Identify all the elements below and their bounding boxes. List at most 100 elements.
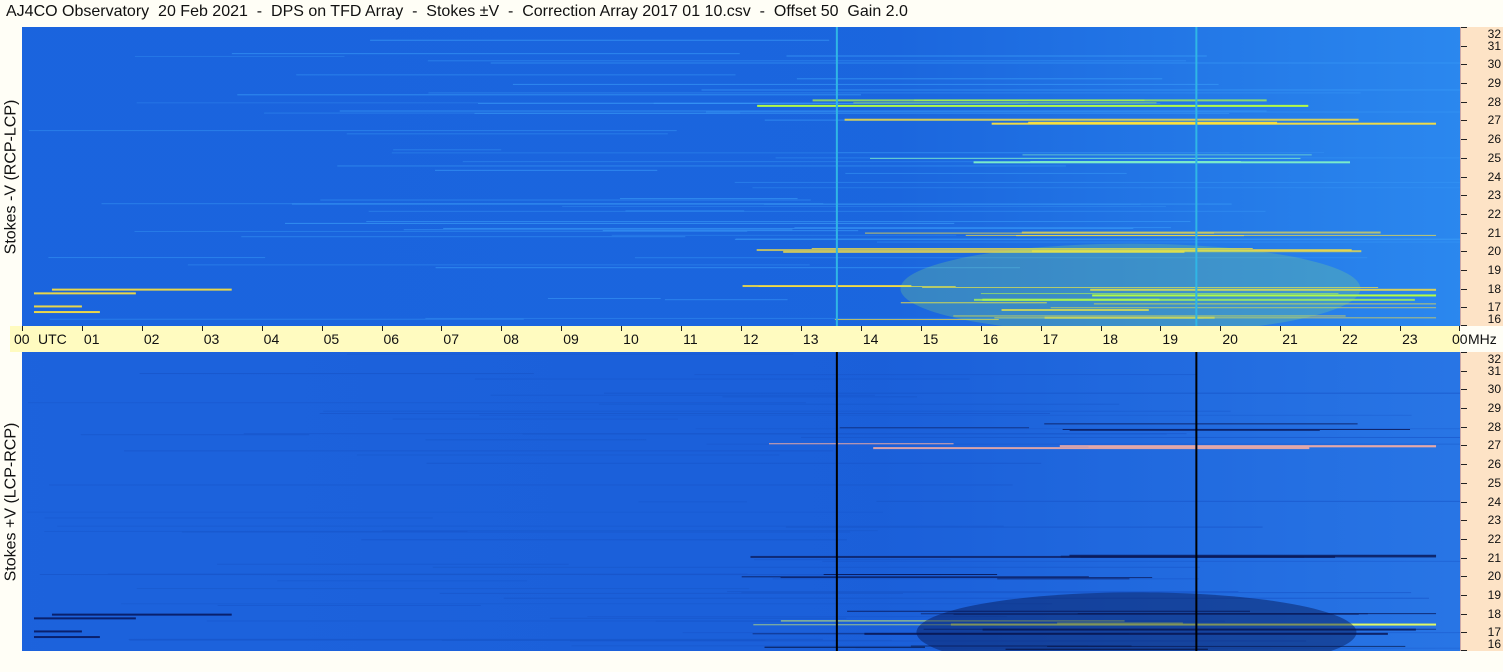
noise-streak [124,450,834,452]
morning-streak [33,617,136,620]
time-marker-line-2 [1195,27,1198,326]
time-tick-mark [681,326,683,331]
time-tick-mark [501,326,503,331]
noise-streak [277,580,528,582]
noise-streak [474,378,970,380]
noise-streak [28,130,677,132]
freq-tick-mark [1461,232,1467,234]
time-tick-label: 13 [802,331,819,347]
noise-streak [339,110,1267,112]
freq-tick-label: 23 [1487,513,1501,528]
time-marker-line-1 [835,352,838,651]
noise-streak [134,55,345,57]
noise-streak [237,94,862,96]
time-tick-label: 00 [14,331,30,347]
noise-streak [49,484,1013,486]
time-tick-mark [980,326,982,331]
time-tick-label: 09 [563,331,579,347]
noise-streak [638,501,747,503]
noise-streak [139,373,534,375]
freq-tick-mark [1461,176,1467,178]
freq-tick-label: 31 [1487,38,1501,53]
noise-streak [39,574,942,576]
emission-streak [764,646,925,648]
time-tick-label: 10 [623,331,639,347]
noise-streak [403,229,793,231]
noise-streak [370,39,830,41]
noise-streak [366,221,1191,223]
noise-streak [801,436,1460,438]
time-tick-mark [1100,326,1102,331]
noise-streak [474,112,1230,114]
emission-streak [844,118,1359,121]
emission-streak [973,161,1351,164]
time-tick-label: 11 [683,331,698,347]
freq-tick-mark [1461,325,1467,326]
time-tick-mark [261,326,263,331]
freq-tick-mark [1461,632,1467,634]
time-tick-label: 00 [1452,331,1468,347]
noise-streak [836,152,1325,154]
upper-spectrogram-svg [22,27,1460,326]
noise-streak [754,559,951,561]
upper-frequency-axis: 32 31 30 29 28 27 26 25 24 23 22 21 20 19 18 17 16 [1460,27,1503,326]
noise-streak [503,597,1429,599]
freq-tick-label: 30 [1487,57,1501,72]
time-marker-line-1 [835,27,838,326]
noise-streak [382,530,878,532]
noise-streak [741,592,1412,594]
emission-streak [823,574,998,576]
lower-y-label-text: Stokes +V (LCP-RCP) [2,422,19,581]
freq-tick-label: 25 [1487,475,1501,490]
morning-streak [51,613,232,616]
freq-tick-mark [1461,426,1467,428]
time-tick-label: 17 [1042,331,1059,347]
freq-tick-mark [1461,576,1467,578]
noise-streak [80,434,310,436]
noise-streak [57,525,1004,527]
emission-streak [1069,429,1320,431]
time-tick-label: 03 [203,331,220,347]
freq-tick-mark [1461,139,1467,141]
emission-streak [869,157,1301,159]
freq-tick-mark [1461,120,1467,122]
noise-streak [598,403,1120,405]
noise-streak [296,74,736,76]
time-tick-mark [201,326,203,331]
emission-streak [839,427,1030,429]
noise-streak [734,238,1460,240]
emission-streak [1022,154,1312,156]
noise-streak [121,603,1053,605]
freq-tick-mark [1461,101,1467,103]
lower-y-label: Stokes +V (LCP-RCP) [0,352,22,651]
freq-tick-label: 21 [1487,225,1501,240]
time-tick-label: 07 [443,331,459,347]
noise-streak [347,353,794,355]
time-marker-line-2 [1195,352,1198,651]
time-tick-mark [1040,326,1042,331]
time-tick-mark [561,326,563,331]
noise-streak [876,500,1460,502]
freq-tick-label: 28 [1487,94,1501,109]
time-tick-label: 01 [83,331,100,347]
time-tick-label: 22 [1342,331,1358,347]
freq-tick-label: 20 [1487,244,1501,259]
freq-tick-label: 23 [1487,188,1501,203]
freq-tick-mark [1461,45,1467,47]
freq-tick-mark [1461,520,1467,522]
noise-streak [217,563,569,565]
time-tick-label: 20 [1222,331,1238,347]
time-tick-mark [321,326,323,331]
freq-tick-mark [1461,482,1467,484]
upper-y-label: Stokes -V (RCP-LCP) [0,27,22,326]
freq-tick-mark [1461,157,1467,159]
noise-streak [490,62,1460,64]
emission-streak [991,122,1437,125]
noise-streak [356,454,780,456]
noise-streak [705,111,1460,113]
freq-tick-mark [1461,501,1467,503]
noise-streak [337,165,1066,167]
noise-streak [664,299,788,301]
freq-tick-mark [1461,195,1467,197]
freq-tick-mark [1461,389,1467,391]
